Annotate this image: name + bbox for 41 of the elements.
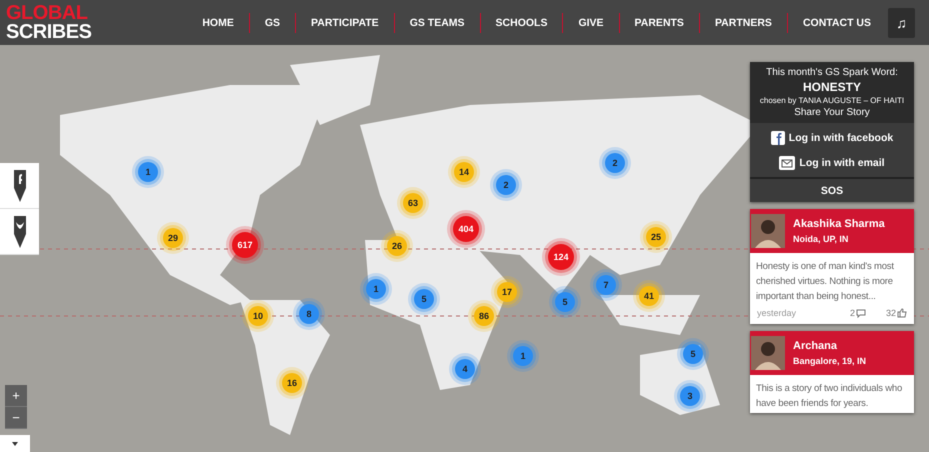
nav-link[interactable]: GIVE [562,12,619,32]
twitter-pen-icon [12,216,26,248]
chosen-by-text: chosen by TANIA AUGUSTE – OF HAITI [758,96,906,105]
zoom-out-button[interactable]: − [5,407,27,429]
music-button[interactable]: ♫ [888,8,915,38]
logo[interactable]: GLOBAL SCRIBES [6,4,92,42]
nav-link[interactable]: SCHOOLS [480,12,562,32]
comment-count[interactable]: 2 [850,308,866,318]
speech-bubble-icon [856,308,866,318]
story-card[interactable]: Archana Bangalore, 19, IN This is a story of two individuals who have been friends for years. [750,331,914,413]
caret-icon [12,442,18,446]
nav-link[interactable]: HOME [186,12,249,32]
avatar [751,214,785,248]
spark-word: HONESTY [802,80,862,94]
author-name: Akashika Sharma [793,218,885,230]
envelope-icon [779,156,796,170]
sos-button[interactable]: SOS [750,177,914,202]
nav-link[interactable]: PARTNERS [698,12,787,32]
thumbs-up-icon [897,308,907,318]
story-excerpt: Honesty is one of man kind's most cherished virtues. Nothing is more important than being honest... [755,260,895,304]
spark-intro: This month's GS Spark Word: [765,67,899,78]
story-card[interactable]: Akashika Sharma Noida, UP, IN Honesty is one of man kind's most cherished virtues. Nothing is more important than being honest... yesterday 2 32 [750,209,914,324]
like-count[interactable]: 32 [886,308,907,318]
facebook-icon [770,130,785,144]
avatar [751,336,785,370]
nav-link[interactable]: CONTACT US [786,12,886,32]
facebook-login-button[interactable]: Log in with facebook [766,125,898,150]
story-excerpt: This is a story of two individuals who have been friends for years. [755,382,904,411]
nav-link[interactable]: GS [248,12,296,32]
story-time: yesterday [757,308,796,318]
author-location: Noida, UP, IN [793,234,850,244]
email-login-button[interactable]: Log in with email [775,150,889,175]
toggle-button[interactable] [0,435,30,452]
author-name: Archana [793,340,838,352]
zoom-in-button[interactable]: + [5,385,27,407]
nav-link[interactable]: PARTICIPATE [295,12,394,32]
share-story-link[interactable]: Share Your Story [752,107,912,118]
nav-link[interactable]: PARENTS [618,12,699,32]
author-location: Bangalore, 19, IN [793,356,866,366]
facebook-pen-icon [12,170,26,202]
nav-link[interactable]: GS TEAMS [394,12,480,32]
